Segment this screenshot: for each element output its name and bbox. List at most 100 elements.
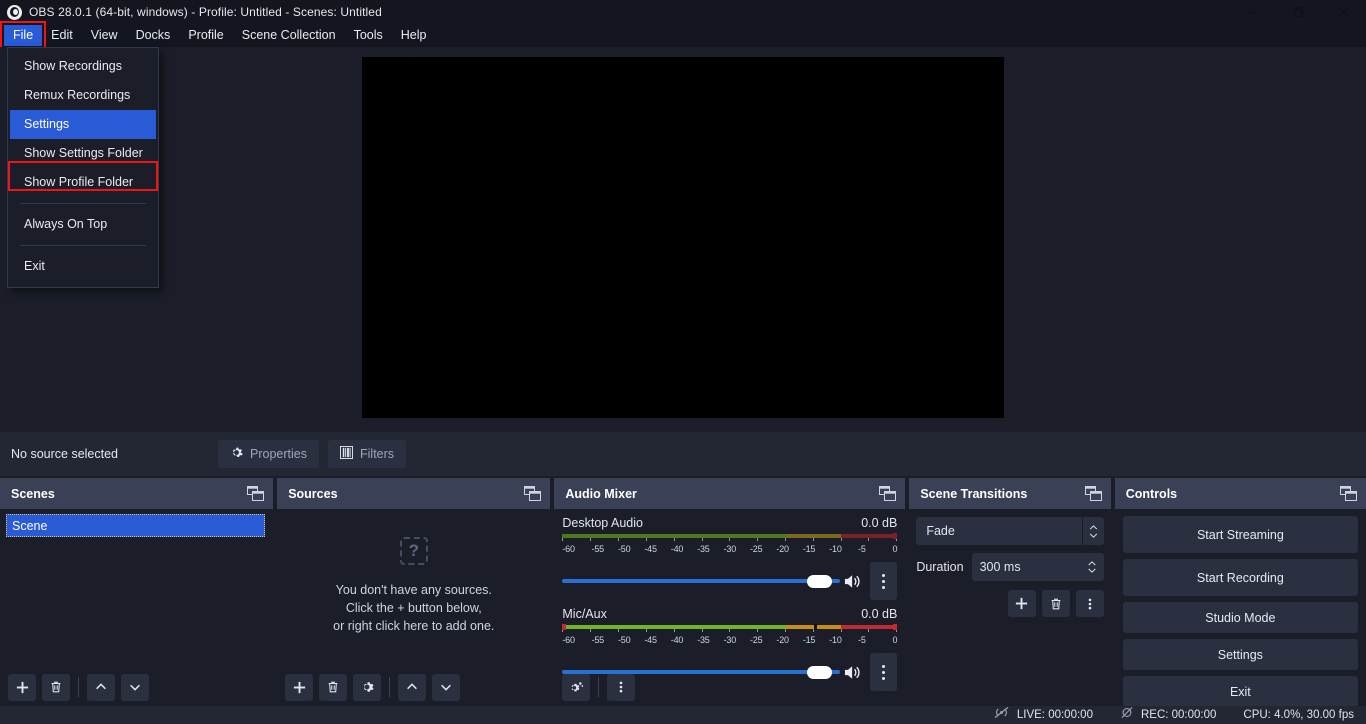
scenes-dock-header: Scenes <box>0 478 274 509</box>
file-menu-dropdown: Show Recordings Remux Recordings Setting… <box>7 47 159 288</box>
filters-button[interactable]: Filters <box>328 440 407 468</box>
menu-edit[interactable]: Edit <box>42 25 82 46</box>
db-tick: -25 <box>750 544 763 554</box>
undock-icon[interactable] <box>1339 486 1357 501</box>
menu-item-show-profile-folder[interactable]: Show Profile Folder <box>8 168 158 197</box>
menu-profile[interactable]: Profile <box>179 25 232 46</box>
duration-input[interactable]: 300 ms <box>971 553 1104 581</box>
transition-properties-button[interactable] <box>1075 590 1104 617</box>
db-tick: 0 <box>892 635 898 645</box>
move-source-down-button[interactable] <box>432 673 461 701</box>
db-tick: -5 <box>858 635 866 645</box>
spinner-arrows-icon[interactable] <box>1084 561 1104 573</box>
preview-area[interactable] <box>0 47 1366 432</box>
list-item[interactable]: Scene <box>6 514 266 537</box>
minimize-icon[interactable] <box>1231 0 1276 24</box>
filters-icon <box>340 446 353 462</box>
live-disabled-icon <box>993 706 1010 724</box>
undock-icon[interactable] <box>1084 486 1102 501</box>
channel-menu-button[interactable] <box>870 562 898 600</box>
undock-icon[interactable] <box>524 486 542 501</box>
menu-item-always-on-top[interactable]: Always On Top <box>8 210 158 239</box>
remove-transition-button[interactable] <box>1041 590 1070 617</box>
db-tick: -50 <box>617 544 631 554</box>
sources-list[interactable]: ? You don't have any sources. Click the … <box>277 509 550 706</box>
remove-scene-button[interactable] <box>42 673 70 701</box>
move-scene-up-button[interactable] <box>87 673 115 701</box>
volume-slider-handle[interactable] <box>807 575 833 588</box>
menu-bar: File Edit View Docks Profile Scene Colle… <box>0 21 1366 50</box>
no-source-selected-label: No source selected <box>11 447 119 461</box>
studio-mode-button[interactable]: Studio Mode <box>1122 602 1358 633</box>
menu-item-settings[interactable]: Settings <box>10 110 156 139</box>
rec-status: REC: 00:00:00 <box>1140 709 1217 721</box>
audio-advanced-properties-button[interactable] <box>562 673 591 701</box>
toolbar-divider <box>78 677 79 697</box>
undock-icon[interactable] <box>247 486 265 501</box>
settings-button[interactable]: Settings <box>1122 639 1358 670</box>
remove-source-button[interactable] <box>319 673 348 701</box>
scenes-list[interactable]: Scene <box>0 509 273 706</box>
db-tick: -10 <box>829 635 842 645</box>
menu-view[interactable]: View <box>82 25 127 46</box>
rec-disabled-icon <box>1120 706 1134 724</box>
source-properties-button[interactable] <box>353 673 382 701</box>
menu-file[interactable]: File <box>0 21 47 50</box>
db-tick: -15 <box>802 544 816 554</box>
menu-docks[interactable]: Docks <box>127 25 180 46</box>
maximize-icon[interactable] <box>1276 0 1321 24</box>
controls-body: Start Streaming Start Recording Studio M… <box>1115 509 1366 706</box>
mixer-channel: Desktop Audio 0.0 dB -60 -55 -50 -45 -40… <box>562 516 897 600</box>
preview-canvas[interactable] <box>362 57 1004 418</box>
transition-select[interactable]: Fade <box>916 517 1104 545</box>
undock-icon[interactable] <box>879 486 897 501</box>
filters-label: Filters <box>360 447 395 461</box>
status-bar: LIVE: 00:00:00 REC: 00:00:00 CPU: 4.0%, … <box>0 706 1366 724</box>
volume-slider[interactable] <box>562 573 841 589</box>
scenes-title: Scenes <box>11 486 55 501</box>
db-tick: -60 <box>562 635 575 645</box>
duration-value: 300 ms <box>979 560 1021 574</box>
menu-scene-collection[interactable]: Scene Collection <box>233 25 345 46</box>
start-recording-button[interactable]: Start Recording <box>1122 559 1358 596</box>
audio-mixer-dock-header: Audio Mixer <box>554 478 906 509</box>
toolbar-divider <box>389 677 391 697</box>
db-tick: -5 <box>858 544 866 554</box>
scene-transitions-dock-header: Scene Transitions <box>909 478 1111 509</box>
audio-mixer-title: Audio Mixer <box>565 486 637 501</box>
menu-tools[interactable]: Tools <box>345 25 392 46</box>
add-source-button[interactable] <box>285 673 314 701</box>
db-tick: -45 <box>644 544 657 554</box>
volume-meter <box>562 624 898 635</box>
speaker-icon[interactable] <box>840 573 864 590</box>
sources-toolbar <box>277 668 550 706</box>
scenes-toolbar <box>0 668 273 706</box>
chevron-updown-icon[interactable] <box>1081 517 1104 545</box>
properties-button[interactable]: Properties <box>218 440 319 468</box>
db-scale: -60 -55 -50 -45 -40 -35 -30 -25 -20 -15 … <box>562 544 897 554</box>
add-transition-button[interactable] <box>1007 590 1036 617</box>
sources-empty-state: ? You don't have any sources. Click the … <box>277 537 550 635</box>
menu-item-show-settings-folder[interactable]: Show Settings Folder <box>8 139 158 168</box>
sources-empty-line-1: You don't have any sources. <box>335 583 492 597</box>
menu-item-remux-recordings[interactable]: Remux Recordings <box>8 81 158 110</box>
db-tick: -25 <box>750 635 763 645</box>
obs-logo-icon <box>7 4 22 20</box>
exit-button[interactable]: Exit <box>1122 676 1358 706</box>
add-scene-button[interactable] <box>8 673 36 701</box>
sources-title: Sources <box>288 486 338 501</box>
controls-title: Controls <box>1125 486 1178 501</box>
start-streaming-button[interactable]: Start Streaming <box>1122 516 1358 553</box>
move-source-up-button[interactable] <box>398 673 427 701</box>
move-scene-down-button[interactable] <box>121 673 149 701</box>
menu-item-exit[interactable]: Exit <box>8 252 158 281</box>
audio-mixer-dock: Audio Mixer Desktop Audio 0.0 dB -60 -55… <box>554 478 906 706</box>
mixer-menu-button[interactable] <box>607 673 636 701</box>
mixer-toolbar <box>554 668 905 706</box>
scene-transitions-body: Fade Duration 300 ms <box>909 509 1110 706</box>
db-scale: -60 -55 -50 -45 -40 -35 -30 -25 -20 -15 … <box>562 635 897 645</box>
channel-name: Mic/Aux <box>562 607 607 621</box>
menu-item-show-recordings[interactable]: Show Recordings <box>8 52 158 81</box>
menu-help[interactable]: Help <box>392 25 436 46</box>
close-icon[interactable] <box>1321 0 1366 24</box>
